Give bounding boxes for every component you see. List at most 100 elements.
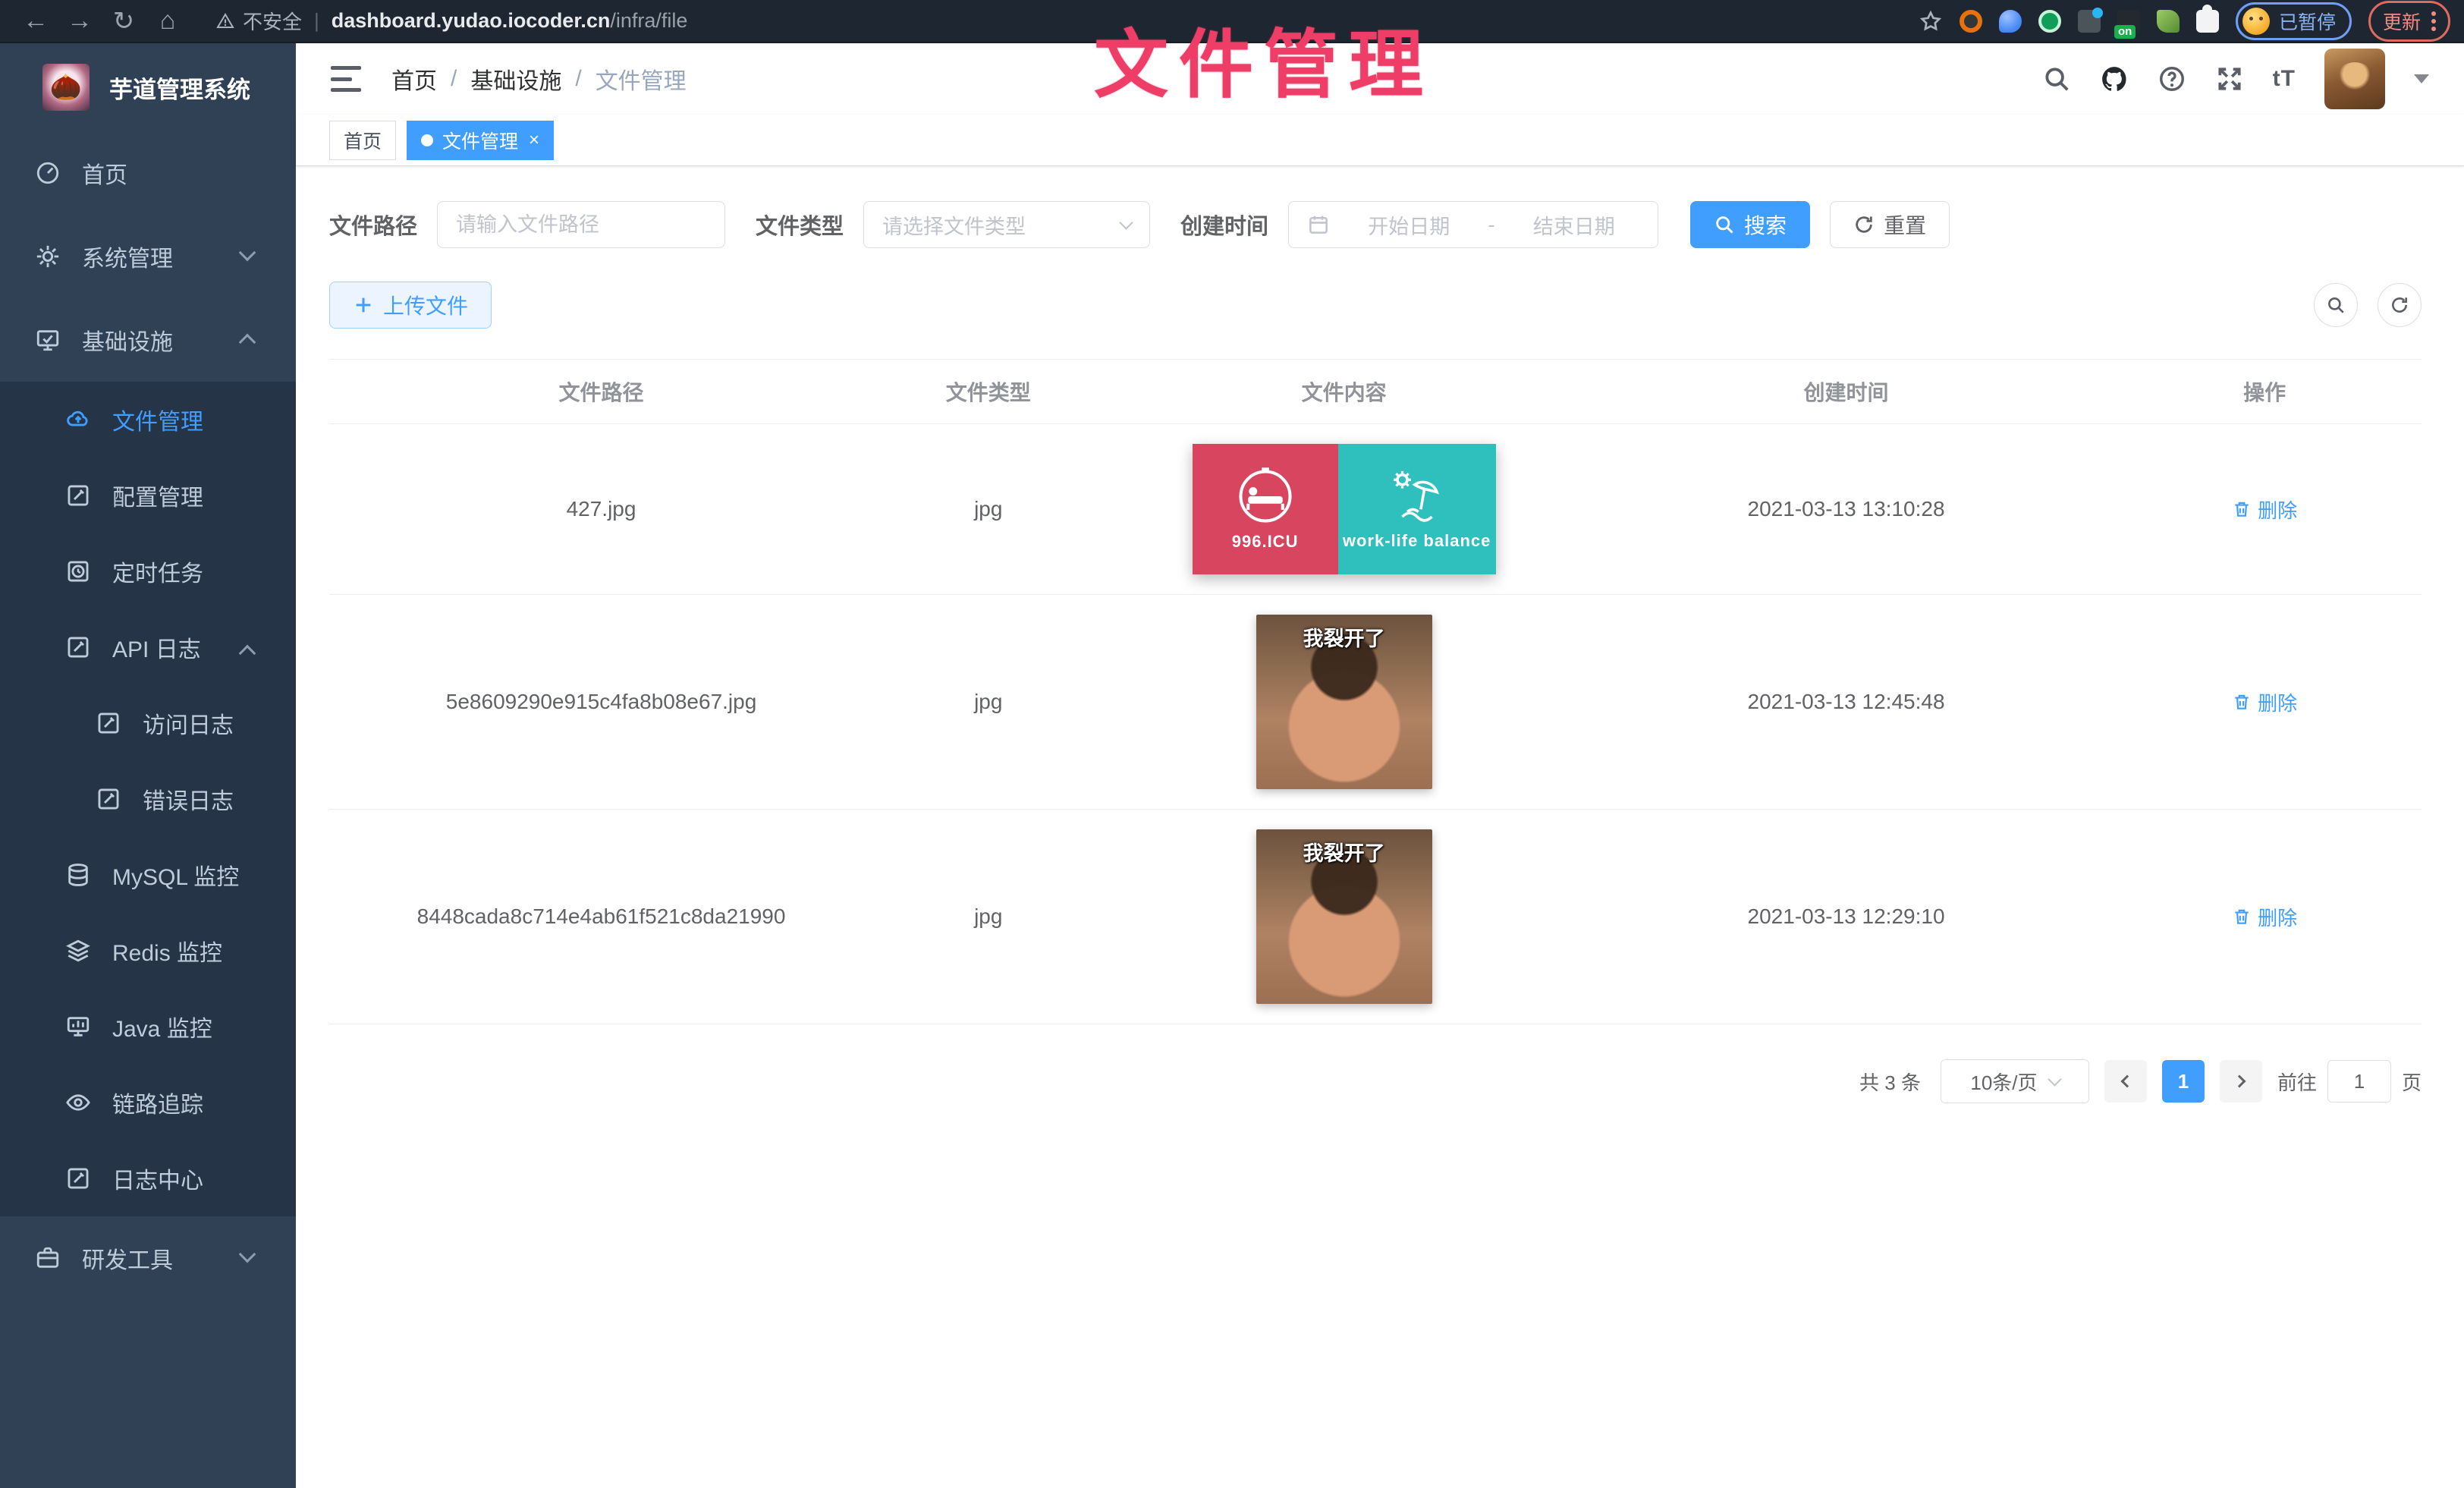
column-header-type: 文件类型 [873,360,1103,423]
main-area: 首页 / 基础设施 / 文件管理 tT 首页 文件管理 × 文件路径 [296,43,2464,1488]
refresh-table-button[interactable] [2378,283,2422,327]
help-icon[interactable] [2158,64,2186,93]
chevron-up-icon [239,645,256,662]
sidebar-item-home[interactable]: 首页 [0,131,296,215]
file-path-field[interactable] [456,213,706,237]
bookmark-star-icon[interactable] [1919,9,1943,33]
beach-umbrella-icon [1388,467,1447,527]
close-icon[interactable]: × [529,130,539,151]
browser-home-button[interactable]: ⌂ [146,6,190,36]
reset-button[interactable]: 重置 [1830,201,1950,248]
delete-button[interactable]: 删除 [2232,903,2297,931]
calendar-icon [1307,213,1330,236]
upload-file-button[interactable]: 上传文件 [329,282,492,329]
address-bar[interactable]: 不安全 | dashboard.yudao.iocoder.cn /infra/… [200,5,1919,38]
edit-icon [65,483,91,508]
996icu-image[interactable]: 996.ICU work-life balance [1193,444,1496,574]
action-cell: 删除 [2107,444,2422,574]
goto-label: 前往 [2277,1068,2317,1096]
baby-meme-image[interactable]: 我裂开了 [1256,829,1432,1004]
sidebar-item-infra[interactable]: 基础设施 [0,298,296,382]
extension-icon[interactable] [2157,10,2180,33]
sidebar-item-job[interactable]: 定时任务 [0,533,296,609]
eye-icon [65,1090,91,1115]
sidebar-item-mysql[interactable]: MySQL 监控 [0,837,296,913]
refresh-icon [1853,214,1875,235]
sidebar-item-java[interactable]: Java 监控 [0,989,296,1065]
sidebar-item-file-manage[interactable]: 文件管理 [0,382,296,458]
table-toolbar: 上传文件 [329,282,2422,329]
extensions-puzzle-icon[interactable] [2196,10,2219,33]
extension-icon[interactable] [2078,10,2101,33]
search-icon[interactable] [2042,64,2071,93]
browser-profile-chip[interactable]: 已暂停 [2236,2,2352,40]
date-range-picker[interactable]: 开始日期 - 结束日期 [1288,201,1658,248]
page-size-select[interactable]: 10条/页 [1941,1059,2089,1103]
table-header: 文件路径 文件类型 文件内容 创建时间 操作 [329,359,2422,424]
create-time-label: 创建时间 [1180,209,1268,241]
total-count: 共 3 条 [1859,1068,1921,1096]
action-cell: 删除 [2107,829,2422,1004]
toggle-search-button[interactable] [2314,283,2358,327]
sidebar-item-log-center[interactable]: 日志中心 [0,1140,296,1216]
url-domain: dashboard.yudao.iocoder.cn [332,9,611,33]
browser-forward-button[interactable]: → [58,6,102,36]
sidebar-item-api-log[interactable]: API 日志 [0,609,296,685]
update-label: 更新 [2383,8,2421,35]
extension-icon[interactable] [2038,10,2061,33]
page-number-button[interactable]: 1 [2162,1060,2205,1103]
sidebar-item-access-log[interactable]: 访问日志 [0,685,296,761]
prev-page-button[interactable] [2104,1060,2147,1103]
github-icon[interactable] [2100,64,2129,93]
active-dot [421,134,433,146]
next-page-button[interactable] [2220,1060,2262,1103]
fullscreen-icon[interactable] [2215,64,2244,93]
extension-icon[interactable] [1999,10,2022,33]
file-path-input[interactable] [437,201,725,248]
breadcrumb-home[interactable]: 首页 [391,62,437,96]
table-row: 427.jpg jpg 996.ICU work-life balance [329,424,2422,595]
app-logo-row[interactable]: 🌰 芋道管理系统 [0,43,296,131]
sidebar-item-error-log[interactable]: 错误日志 [0,761,296,837]
security-warning-label: 不安全 [243,7,302,35]
sidebar: 🌰 芋道管理系统 首页 系统管理 基础设施 文件管理 配置管理 定时任务 API… [0,43,296,1488]
pagination: 共 3 条 10条/页 1 前往 页 [329,1059,2422,1149]
stack-icon [65,938,91,964]
hamburger-icon[interactable] [331,66,361,92]
extension-icon[interactable] [1960,10,1982,33]
baby-meme-image[interactable]: 我裂开了 [1256,615,1432,789]
caret-down-icon[interactable] [2414,74,2429,83]
996icu-left-panel: 996.ICU [1193,444,1338,574]
sidebar-item-dev-tools[interactable]: 研发工具 [0,1216,296,1300]
sidebar-item-trace[interactable]: 链路追踪 [0,1065,296,1140]
monitor-icon [65,1014,91,1040]
chevron-right-icon [2233,1075,2246,1088]
browser-update-chip[interactable]: 更新 [2368,1,2450,42]
goto-page-input[interactable] [2327,1060,2391,1103]
user-avatar[interactable] [2324,49,2385,109]
created-time-cell: 2021-03-13 13:10:28 [1585,444,2108,574]
browser-menu-icon[interactable] [2431,11,2436,31]
delete-button[interactable]: 删除 [2232,495,2297,524]
delete-button[interactable]: 删除 [2232,688,2297,716]
sidebar-item-config[interactable]: 配置管理 [0,458,296,533]
tag-home[interactable]: 首页 [329,121,396,160]
chevron-down-icon [239,1246,256,1263]
breadcrumb-infra[interactable]: 基础设施 [470,62,561,96]
sidebar-item-redis[interactable]: Redis 监控 [0,913,296,989]
sidebar-item-system[interactable]: 系统管理 [0,215,296,298]
file-type-select[interactable]: 请选择文件类型 [863,201,1150,248]
font-size-icon[interactable]: tT [2273,66,2296,92]
bed-icon [1236,467,1295,526]
tag-file-manage[interactable]: 文件管理 × [407,121,554,160]
dashboard-icon [35,160,61,186]
file-type-label: 文件类型 [756,209,844,241]
extension-icon[interactable]: on [2117,10,2140,33]
browser-back-button[interactable]: ← [14,6,58,36]
page-suffix-label: 页 [2402,1068,2422,1096]
search-button[interactable]: 搜索 [1690,201,1810,248]
browser-reload-button[interactable]: ↻ [102,6,146,36]
file-type-cell: jpg [873,615,1103,789]
cloud-upload-icon [65,407,91,433]
search-icon [1714,214,1735,235]
